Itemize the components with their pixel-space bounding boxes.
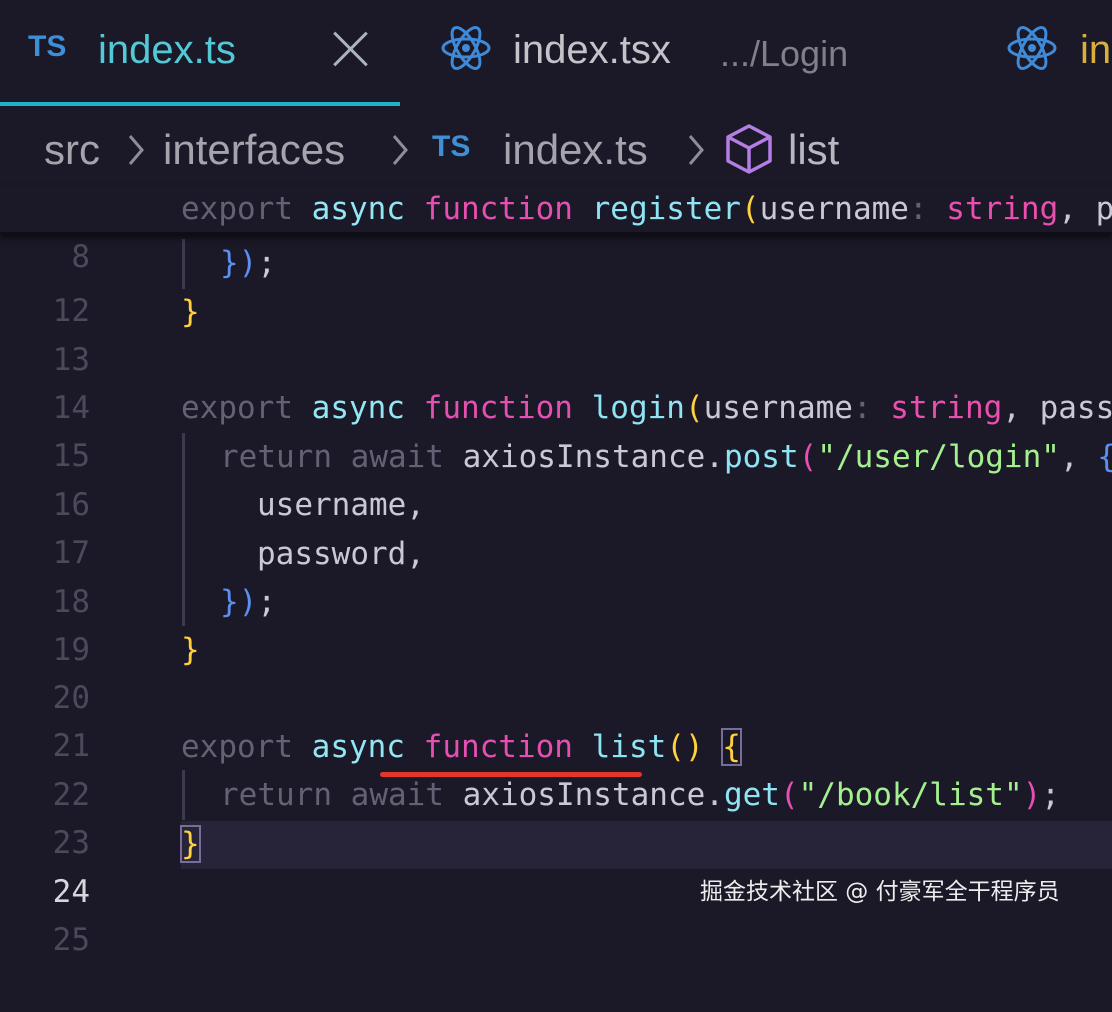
- code-line: 12 });: [0, 239, 1112, 329]
- chevron-right-icon: [688, 135, 704, 165]
- breadcrumb-item-interfaces[interactable]: interfaces: [163, 124, 345, 176]
- chevron-right-icon: [392, 135, 408, 165]
- code-text: export async function register(username:…: [181, 191, 1112, 227]
- breadcrumb-item-file[interactable]: index.ts: [503, 124, 648, 176]
- tab-third[interactable]: in: [990, 0, 1112, 100]
- line-number: 8: [71, 239, 90, 275]
- close-icon[interactable]: [330, 28, 372, 70]
- react-icon: [1007, 26, 1057, 70]
- code-line: 22 export async function list() {: [0, 723, 1112, 813]
- code-text: }: [181, 632, 200, 668]
- annotation-underline: [380, 772, 642, 777]
- code-text: password,: [257, 536, 425, 572]
- code-line: 17 username,: [0, 481, 1112, 571]
- code-line: 21: [0, 674, 1112, 764]
- react-icon: [441, 26, 491, 70]
- code-line: 20 }: [0, 626, 1112, 716]
- breadcrumb-item-symbol[interactable]: list: [788, 124, 839, 176]
- tab-label: index.tsx: [513, 28, 671, 72]
- matching-bracket: {: [721, 728, 742, 766]
- code-text: return await axiosInstance.get("/book/li…: [220, 777, 1060, 813]
- editor-tab-bar: TS index.ts index.tsx .../Login in: [0, 0, 1112, 106]
- chevron-right-icon: [128, 135, 144, 165]
- sticky-scroll-header[interactable]: 8 export async function register(usernam…: [0, 185, 1112, 275]
- code-text: });: [220, 584, 276, 620]
- code-text: });: [220, 245, 276, 281]
- code-text: }: [180, 820, 201, 868]
- code-text: username,: [257, 487, 425, 523]
- matching-bracket: }: [180, 825, 201, 863]
- code-line-current: 24 }: [0, 820, 1112, 910]
- code-line: 19 });: [0, 578, 1112, 668]
- code-text: return await axiosInstance.post("/user/l…: [220, 439, 1112, 475]
- typescript-file-icon: TS: [432, 130, 471, 163]
- code-line: 8 export async function register(usernam…: [0, 185, 1112, 275]
- typescript-file-icon: TS: [28, 30, 67, 63]
- active-tab-indicator: [0, 102, 400, 106]
- tab-label: in: [1080, 28, 1112, 72]
- tab-index-ts[interactable]: TS index.ts: [0, 0, 400, 100]
- code-line: 18 password,: [0, 530, 1112, 620]
- code-line: 14: [0, 336, 1112, 426]
- code-text: export async function login(username: st…: [181, 390, 1112, 426]
- code-line: 16 return await axiosInstance.post("/use…: [0, 433, 1112, 523]
- code-text: export async function list() {: [181, 728, 742, 766]
- tab-label: index.ts: [98, 28, 236, 72]
- breadcrumb: src interfaces TS index.ts list: [0, 110, 1112, 186]
- code-text: }: [181, 294, 200, 330]
- line-number: 25: [52, 922, 90, 958]
- code-line: 23 return await axiosInstance.get("/book…: [0, 771, 1112, 861]
- tab-description: .../Login: [720, 33, 849, 74]
- code-line: 13 }: [0, 288, 1112, 378]
- breadcrumb-item-src[interactable]: src: [44, 124, 100, 176]
- tab-index-tsx[interactable]: index.tsx .../Login: [400, 0, 990, 100]
- watermark-text: 掘金技术社区 @ 付豪军全干程序员: [700, 879, 1060, 905]
- code-line: 15 export async function login(username:…: [0, 384, 1112, 474]
- symbol-method-icon: [726, 124, 772, 174]
